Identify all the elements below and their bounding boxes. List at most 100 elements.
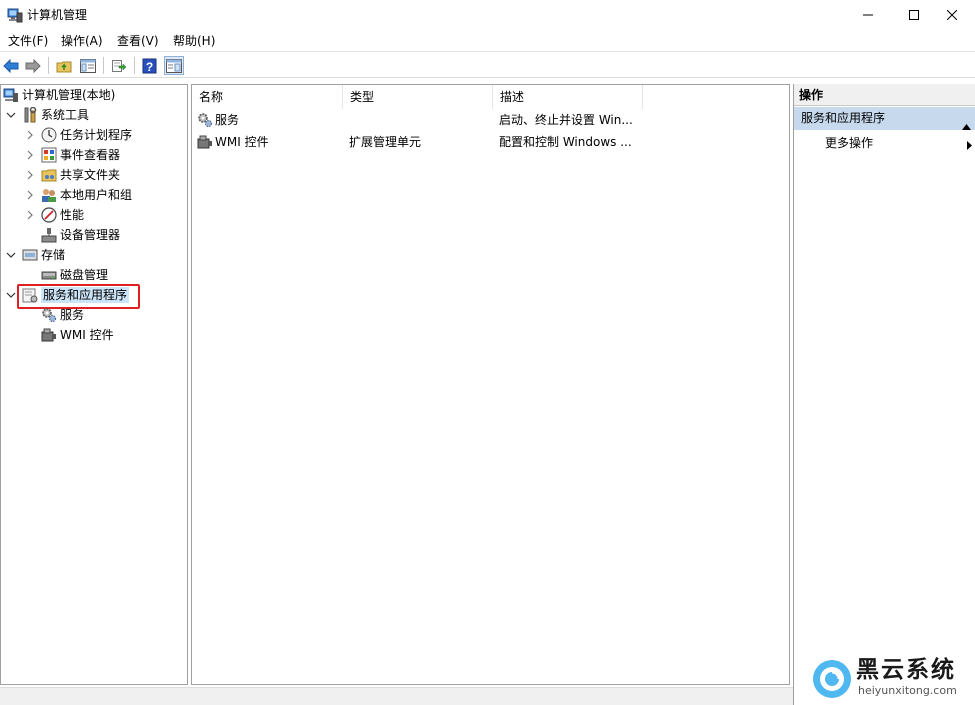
cell-type: 扩展管理单元 [349,135,422,149]
toolbar: ? [0,53,975,78]
tools-icon [22,107,38,123]
actions-section-label: 服务和应用程序 [801,111,886,125]
close-icon [947,10,957,20]
tree-label: 系统工具 [41,108,90,122]
up-button[interactable] [54,56,74,75]
back-button[interactable] [1,56,21,75]
chevron-right-icon[interactable] [25,150,35,160]
chevron-down-icon[interactable] [6,250,16,260]
column-header-type[interactable]: 类型 [343,85,493,109]
chevron-right-icon[interactable] [25,190,35,200]
maximize-icon [909,10,919,20]
chevron-right-icon[interactable] [25,170,35,180]
tree-item-system-tools[interactable]: 系统工具 [6,105,89,125]
status-bar [0,687,793,705]
results-pane[interactable]: 名称 类型 描述 服务 启动、终止并设置 Win... WMI 控件 扩展管理单… [191,84,790,685]
toolbar-separator [134,57,135,74]
list-item[interactable]: 服务 启动、终止并设置 Win... [192,109,789,131]
show-hide-tree-icon [80,58,96,73]
tree-label: WMI 控件 [60,328,114,342]
performance-icon [41,207,57,223]
tree-label: 本地用户和组 [60,188,133,202]
menu-bar: 文件(F) 操作(A) 查看(V) 帮助(H) [0,30,975,52]
tree-item-services[interactable]: 服务 [41,305,84,325]
gear-icon [41,307,57,323]
tree-item-wmi[interactable]: WMI 控件 [41,325,114,345]
actions-pane: 操作 服务和应用程序 更多操作 [793,84,975,705]
tree-label: 性能 [60,208,85,222]
column-header-description[interactable]: 描述 [493,85,643,109]
show-hide-action-pane-icon [166,58,182,73]
tree-item-shared-folders[interactable]: 共享文件夹 [25,165,120,185]
list-item[interactable]: WMI 控件 扩展管理单元 配置和控制 Windows ... [192,131,789,153]
chevron-down-icon[interactable] [6,290,16,300]
export-list-icon [112,59,127,72]
cell-description: 配置和控制 Windows ... [499,135,632,149]
watermark-name: 黑云系统 [856,657,956,683]
computer-management-icon [7,7,23,23]
actions-section-services-apps[interactable]: 服务和应用程序 [794,107,975,130]
up-folder-icon [56,61,72,72]
tree-label: 计算机管理(本地) [22,88,116,102]
wmi-icon [41,327,57,343]
cloud-logo-icon [812,659,852,699]
tree-label: 事件查看器 [60,148,121,162]
watermark-logo: 黑云系统 heiyunxitong.com [812,656,972,702]
tree-item-storage[interactable]: 存储 [6,245,65,265]
submenu-arrow-icon[interactable] [967,139,972,153]
wmi-icon [197,134,213,150]
svg-text:?: ? [146,60,153,74]
help-button[interactable]: ? [140,56,160,75]
tree-item-disk-management[interactable]: 磁盘管理 [41,265,108,285]
minimize-button[interactable] [845,0,891,30]
show-hide-tree-button[interactable] [78,56,98,75]
tree-item-root[interactable]: 计算机管理(本地) [3,85,115,105]
back-arrow-icon [3,58,19,73]
clock-icon [41,127,57,143]
tree-label: 共享文件夹 [60,168,121,182]
tree-label: 设备管理器 [60,228,121,242]
menu-view[interactable]: 查看(V) [117,33,159,49]
actions-header: 操作 [794,84,975,106]
cell-description: 启动、终止并设置 Win... [499,113,633,127]
toolbar-separator [48,57,49,74]
menu-file[interactable]: 文件(F) [8,33,48,49]
disk-icon [41,267,57,283]
collapse-up-icon[interactable] [962,115,971,138]
tree-label: 任务计划程序 [60,128,133,142]
title-bar: 计算机管理 [0,0,975,30]
watermark-url: heiyunxitong.com [858,684,957,697]
gear-icon [197,112,213,128]
chevron-right-icon[interactable] [25,210,35,220]
computer-management-icon [3,87,19,103]
tree-item-task-scheduler[interactable]: 任务计划程序 [25,125,132,145]
menu-help[interactable]: 帮助(H) [173,33,215,49]
more-actions-item[interactable]: 更多操作 [825,134,873,152]
window-title: 计算机管理 [27,8,88,22]
storage-icon [22,247,38,263]
users-icon [41,187,57,203]
tree-item-device-manager[interactable]: 设备管理器 [41,225,120,245]
tree-item-local-users[interactable]: 本地用户和组 [25,185,132,205]
show-hide-action-pane-button[interactable] [164,56,184,75]
toolbar-separator [103,57,104,74]
tree-item-performance[interactable]: 性能 [25,205,84,225]
export-list-button[interactable] [109,56,129,75]
tree-label: 磁盘管理 [60,268,109,282]
chevron-right-icon[interactable] [25,130,35,140]
forward-arrow-icon [25,58,41,73]
tree-label: 存储 [41,248,66,262]
shared-folder-icon [41,167,57,183]
menu-action[interactable]: 操作(A) [61,33,103,49]
cell-name: 服务 [215,113,240,127]
close-button[interactable] [929,0,975,30]
cell-name: WMI 控件 [215,135,269,149]
help-icon: ? [142,58,157,74]
forward-button[interactable] [23,56,43,75]
column-header-name[interactable]: 名称 [192,85,343,109]
chevron-down-icon[interactable] [6,110,16,120]
tree-item-event-viewer[interactable]: 事件查看器 [25,145,120,165]
event-viewer-icon [41,147,57,163]
device-manager-icon [41,227,57,243]
tree-label: 服务 [60,308,85,322]
